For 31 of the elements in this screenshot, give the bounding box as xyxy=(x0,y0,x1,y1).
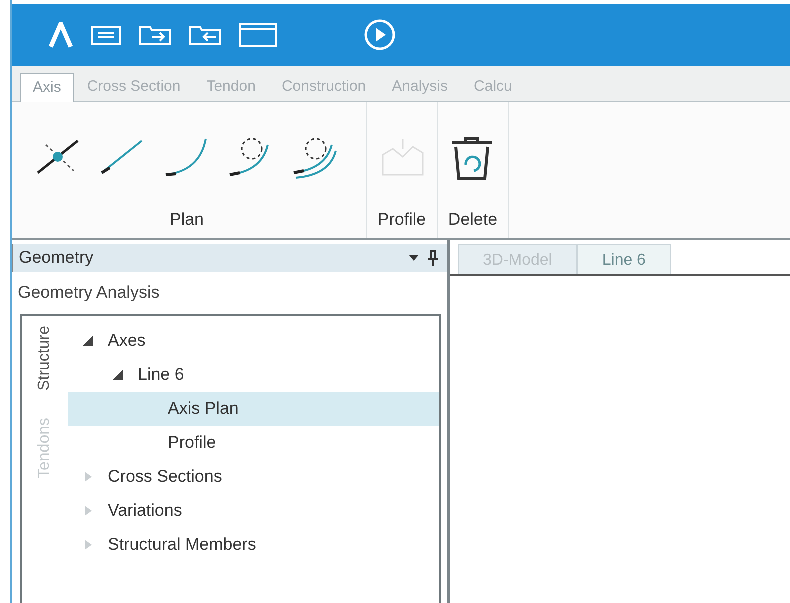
tree-item[interactable]: Cross Sections xyxy=(68,460,439,494)
play-icon[interactable] xyxy=(364,19,396,51)
ribbon-tab[interactable]: Tendon xyxy=(194,72,269,101)
pin-icon[interactable] xyxy=(427,250,439,266)
expanded-caret-icon[interactable] xyxy=(82,334,94,346)
ribbon-tab[interactable]: Cross Section xyxy=(74,72,194,101)
folder-export-icon[interactable] xyxy=(138,24,172,46)
dropdown-icon[interactable] xyxy=(409,254,419,262)
panel-title: Geometry xyxy=(19,247,95,270)
folder-import-icon[interactable] xyxy=(188,24,222,46)
group-label: Profile xyxy=(378,208,426,230)
tree-item[interactable]: Profile xyxy=(68,426,439,460)
panel-subtitle: Geometry Analysis xyxy=(17,282,161,304)
tree-item[interactable]: Line 6 xyxy=(68,358,439,392)
window-icon[interactable] xyxy=(238,22,278,48)
document-icon[interactable] xyxy=(90,24,122,46)
tree-item[interactable]: Axis Plan xyxy=(68,392,439,426)
group-label: Delete xyxy=(448,208,498,230)
ribbon-tab[interactable]: Construction xyxy=(268,72,380,101)
expanded-caret-icon[interactable] xyxy=(112,368,124,380)
side-tab[interactable]: Tendons xyxy=(33,418,57,479)
ribbon-tab[interactable]: Analysis xyxy=(379,72,462,101)
side-tab[interactable]: Structure xyxy=(33,326,57,390)
document-tab[interactable]: Line 6 xyxy=(577,244,671,274)
tree-item[interactable]: Variations xyxy=(68,494,439,528)
logo-icon xyxy=(48,22,74,48)
tree-item[interactable]: Structural Members xyxy=(68,528,439,562)
ribbon-tab[interactable]: Calcu xyxy=(461,72,526,101)
ribbon-tab[interactable]: Axis xyxy=(20,72,74,102)
group-label: Plan xyxy=(170,208,204,230)
tree-item[interactable]: Axes xyxy=(68,324,439,358)
